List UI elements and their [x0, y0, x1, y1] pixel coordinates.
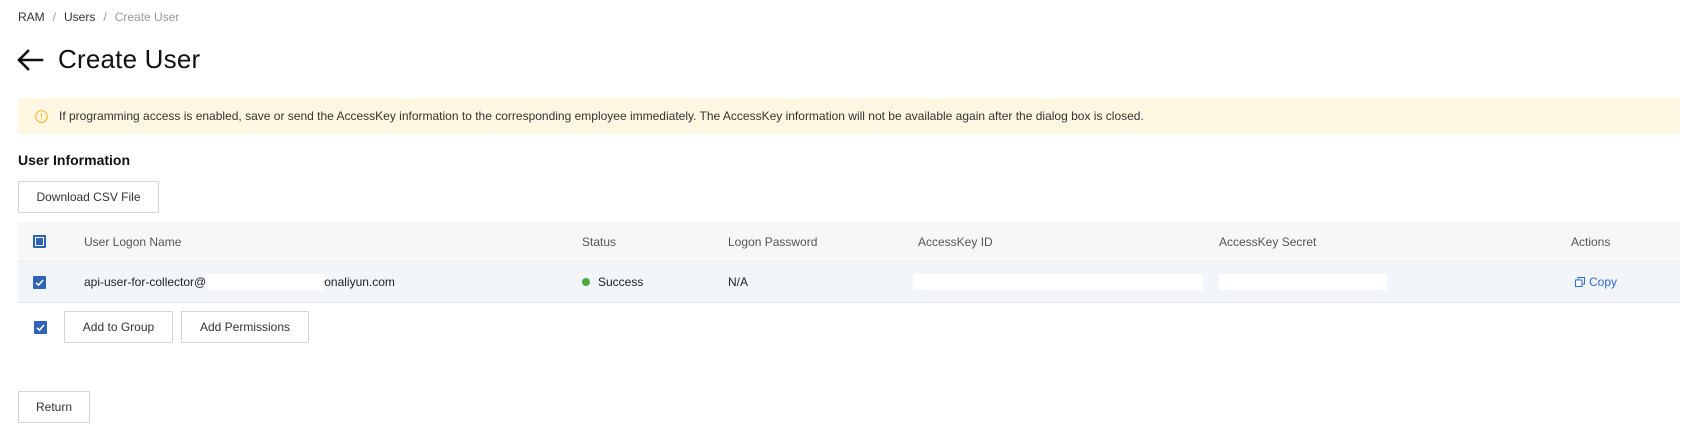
column-header-status: Status — [582, 234, 617, 249]
section-title: User Information — [18, 152, 131, 168]
accesskey-secret-cell — [1219, 262, 1387, 302]
logon-name-prefix: api-user-for-collector@ — [84, 275, 207, 289]
status-cell: Success — [582, 262, 643, 302]
add-to-group-button[interactable]: Add to Group — [64, 311, 173, 343]
breadcrumb-separator: / — [52, 10, 57, 24]
warning-alert: If programming access is enabled, save o… — [18, 98, 1680, 134]
breadcrumb: RAM / Users / Create User — [18, 10, 179, 24]
column-header-logon-name: User Logon Name — [84, 234, 182, 249]
accesskey-id-cell — [913, 262, 1203, 302]
redacted-domain — [206, 274, 325, 290]
page-header: Create User — [16, 44, 200, 75]
table-header: User Logon Name Status Logon Password Ac… — [18, 222, 1680, 262]
row-checkbox[interactable] — [33, 262, 46, 302]
breadcrumb-separator: / — [103, 10, 107, 24]
bulk-select-checkbox[interactable] — [34, 321, 47, 339]
select-all-checkbox[interactable] — [33, 222, 46, 261]
return-button[interactable]: Return — [18, 391, 90, 423]
column-header-accesskey-id: AccessKey ID — [918, 234, 993, 249]
breadcrumb-item-users[interactable]: Users — [64, 10, 95, 24]
breadcrumb-item-ram[interactable]: RAM — [18, 10, 45, 24]
arrow-left-icon[interactable] — [16, 46, 44, 74]
page-title: Create User — [58, 44, 201, 74]
user-table: User Logon Name Status Logon Password Ac… — [18, 222, 1680, 303]
breadcrumb-item-current: Create User — [114, 10, 180, 24]
table-row: api-user-for-collector@ onaliyun.com Suc… — [18, 262, 1680, 303]
redacted-accesskey-secret — [1219, 274, 1387, 290]
status-text: Success — [598, 275, 644, 289]
add-permissions-button[interactable]: Add Permissions — [181, 311, 309, 343]
copy-icon — [1575, 277, 1585, 287]
actions-cell: Copy — [1575, 262, 1617, 302]
checkmark-icon — [34, 321, 47, 334]
logon-name-suffix: onaliyun.com — [324, 275, 395, 289]
copy-link[interactable]: Copy — [1575, 275, 1617, 289]
info-circle-icon — [34, 109, 48, 123]
alert-text: If programming access is enabled, save o… — [59, 109, 1144, 123]
logon-password-cell: N/A — [728, 275, 749, 289]
column-header-accesskey-secret: AccessKey Secret — [1219, 234, 1317, 249]
redacted-accesskey-id — [913, 274, 1203, 290]
status-dot-icon — [582, 278, 590, 286]
checkmark-icon — [33, 275, 46, 289]
download-csv-button[interactable]: Download CSV File — [18, 181, 159, 213]
column-header-actions: Actions — [1571, 234, 1611, 249]
copy-label: Copy — [1589, 275, 1618, 289]
user-logon-name: api-user-for-collector@ onaliyun.com — [84, 262, 395, 302]
checkbox-checked-icon — [33, 235, 46, 248]
column-header-logon-password: Logon Password — [728, 234, 818, 249]
